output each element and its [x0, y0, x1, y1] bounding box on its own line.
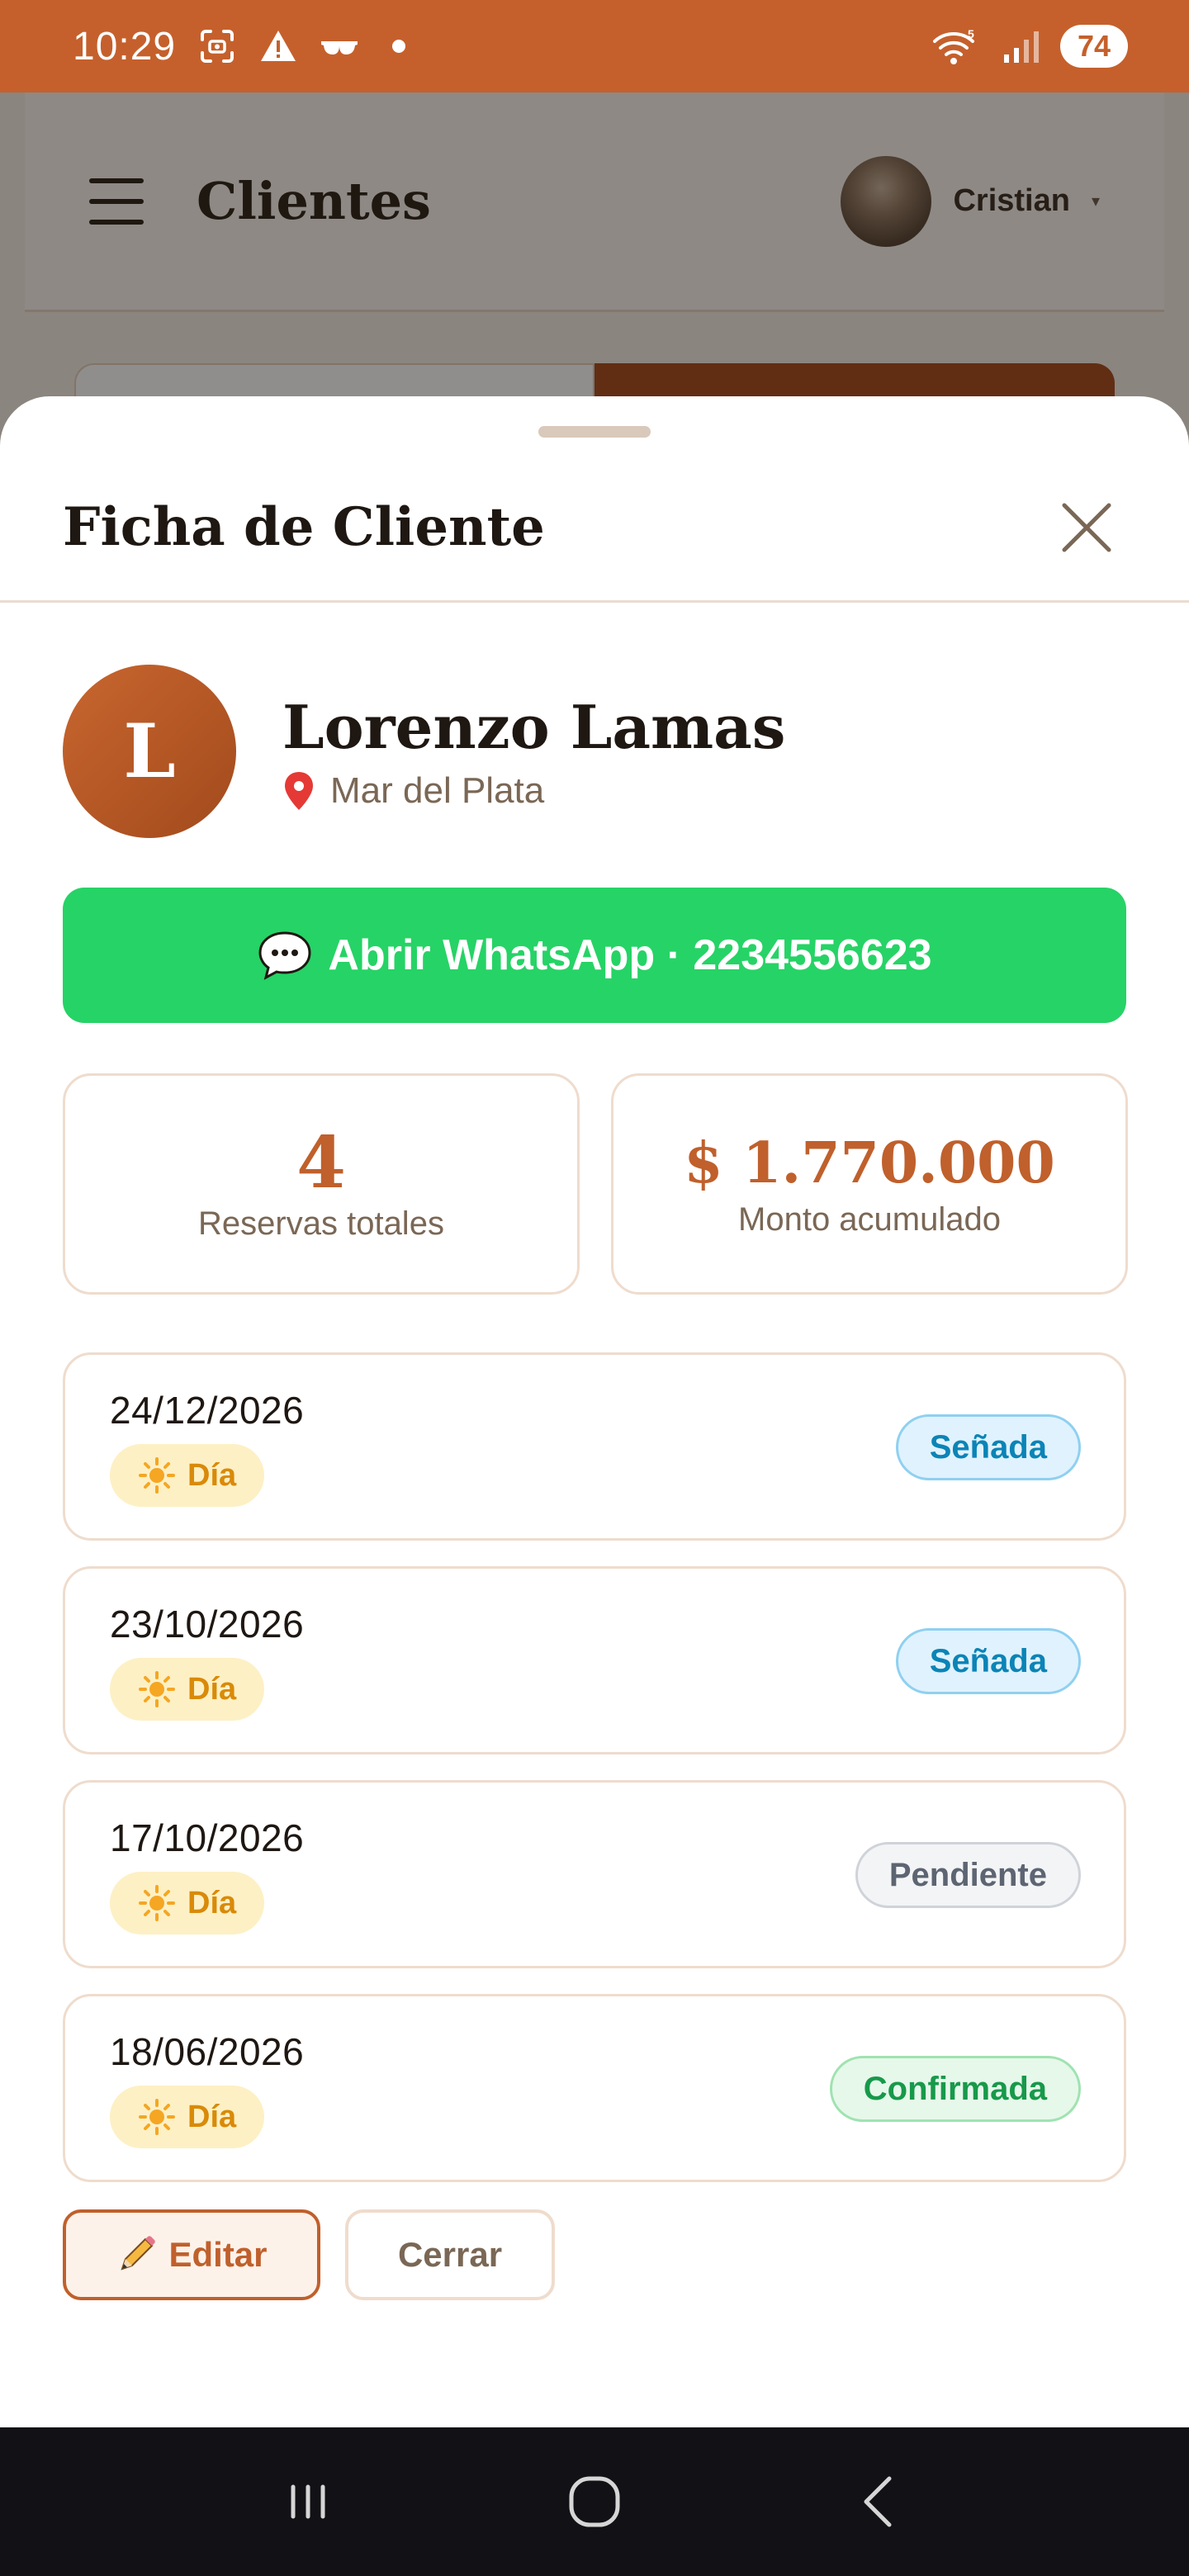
status-badge: Señada [895, 1414, 1081, 1480]
pencil-icon [121, 2236, 156, 2271]
dot-icon [392, 40, 406, 53]
reservation-tag-label: Día [187, 1885, 237, 1920]
reservation-date: 23/10/2026 [110, 1603, 305, 1646]
whatsapp-button[interactable]: Abrir WhatsApp · 2234556623 [63, 888, 1126, 1023]
recent-apps-icon[interactable] [275, 2469, 341, 2535]
reservation-date: 24/12/2026 [110, 1389, 305, 1432]
screenshot-icon [201, 30, 234, 63]
sun-icon [139, 1457, 175, 1494]
reservation-tag-label: Día [187, 1457, 237, 1493]
status-time: 10:29 [73, 24, 177, 69]
client-location-text: Mar del Plata [330, 769, 545, 811]
reservation-tag-label: Día [187, 1671, 237, 1707]
pin-icon [285, 771, 313, 810]
reservation-tag: Día [110, 1658, 265, 1721]
edit-button[interactable]: Editar [63, 2209, 320, 2300]
sun-icon [139, 1885, 175, 1921]
warning-icon [261, 31, 296, 61]
stat-value: $ 1.770.000 [684, 1129, 1055, 1196]
reservation-card[interactable]: 24/12/2026 Día Señada [63, 1352, 1126, 1541]
status-badge: Confirmada [829, 2056, 1081, 2122]
close-button[interactable] [1054, 495, 1120, 561]
reservation-date: 17/10/2026 [110, 1816, 305, 1859]
status-icons-left [197, 26, 406, 66]
close-sheet-button[interactable]: Cerrar [345, 2209, 555, 2300]
glasses-icon [321, 41, 358, 54]
client-summary: L Lorenzo Lamas Mar del Plata [63, 665, 785, 838]
speech-bubble-icon [258, 931, 311, 980]
back-icon[interactable] [848, 2469, 914, 2535]
sheet-header: Ficha de Cliente [0, 454, 1189, 603]
reservation-card[interactable]: 17/10/2026 Día Pendiente [63, 1780, 1126, 1968]
edit-label: Editar [168, 2235, 268, 2274]
status-bar: 10:29 5 74 [0, 0, 1189, 92]
stat-accumulated-amount: $ 1.770.000 Monto acumulado [611, 1073, 1128, 1295]
battery-icon: 74 [1060, 25, 1128, 68]
status-badge: Señada [895, 1628, 1081, 1694]
client-sheet: Ficha de Cliente L Lorenzo Lamas Mar del… [0, 396, 1189, 2427]
reservation-date: 18/06/2026 [110, 2030, 305, 2073]
svg-text:5: 5 [968, 27, 974, 40]
screen: 10:29 5 74 Clientes Cristian ▾ Ficha de … [0, 0, 1189, 2576]
system-nav-bar [0, 2427, 1189, 2576]
client-name: Lorenzo Lamas [282, 691, 786, 762]
sun-icon [139, 2099, 175, 2135]
home-icon[interactable] [561, 2469, 628, 2535]
signal-icon [1004, 31, 1039, 63]
stat-value: 4 [296, 1120, 346, 1205]
client-location: Mar del Plata [282, 770, 785, 812]
status-icons-right: 5 74 [931, 25, 1128, 68]
stat-label: Monto acumulado [738, 1200, 1001, 1238]
sun-icon [139, 1671, 175, 1707]
wifi-icon: 5 [933, 27, 974, 64]
reservation-card[interactable]: 18/06/2026 Día Confirmada [63, 1994, 1126, 2182]
status-badge: Pendiente [855, 1842, 1081, 1908]
reservation-tag: Día [110, 1872, 265, 1934]
whatsapp-label: Abrir WhatsApp · 2234556623 [328, 931, 932, 979]
reservation-card[interactable]: 23/10/2026 Día Señada [63, 1566, 1126, 1754]
reservation-tag: Día [110, 1444, 265, 1507]
close-icon [1062, 503, 1111, 552]
stat-total-reservations: 4 Reservas totales [63, 1073, 580, 1295]
drag-handle[interactable] [538, 426, 651, 438]
client-avatar: L [63, 665, 236, 838]
client-info: Lorenzo Lamas Mar del Plata [282, 692, 785, 812]
stat-label: Reservas totales [198, 1205, 444, 1242]
reservation-tag-label: Día [187, 2099, 237, 2134]
sheet-title: Ficha de Cliente [63, 496, 545, 558]
reservation-tag: Día [110, 2086, 265, 2148]
